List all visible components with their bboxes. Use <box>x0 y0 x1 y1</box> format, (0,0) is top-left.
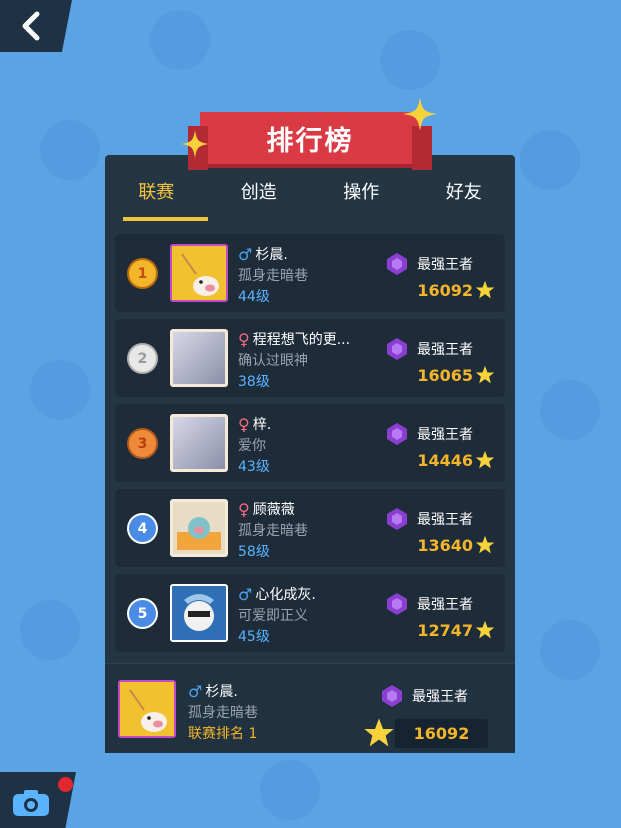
tier-label: 最强王者 <box>417 257 473 273</box>
player-level: 44级 <box>238 289 270 305</box>
avatar <box>170 584 228 642</box>
avatar <box>170 499 228 557</box>
ranking-row[interactable]: 2 ♀ 程程想飞的更... 确认过眼神 38级 最强王者 16065 <box>115 319 505 397</box>
ranking-row[interactable]: 1 ♂ 杉晨. 孤身走暗巷 44级 最强王者 16092 <box>115 234 505 312</box>
rank-badge: 1 <box>129 260 156 287</box>
camera-icon <box>13 790 49 816</box>
score: 13640 <box>417 536 473 555</box>
purple-gem-icon <box>382 685 402 707</box>
avatar <box>170 329 228 387</box>
male-icon: ♂ <box>238 584 253 604</box>
tab-label: 操作 <box>343 182 380 203</box>
my-avatar <box>118 680 176 738</box>
user-info: ♂ 杉晨. 孤身走暗巷 44级 <box>238 244 398 306</box>
user-info: ♀ 程程想飞的更... 确认过眼神 38级 <box>238 329 398 391</box>
tab-label: 好友 <box>445 182 482 203</box>
tier-label: 最强王者 <box>417 342 473 358</box>
player-motto: 孤身走暗巷 <box>238 268 308 284</box>
rank-badge: 2 <box>129 345 156 372</box>
ranking-row[interactable]: 4 ♀ 顾薇薇 孤身走暗巷 58级 最强王者 13640 <box>115 489 505 567</box>
my-league-rank: 联赛排名 1 <box>188 726 258 742</box>
sparkle-icon <box>403 97 437 131</box>
leaderboard-panel: 联赛 创造 操作 好友 1 ♂杉晨. 孤身走暗巷 44级 最强王者 16092 <box>105 155 515 753</box>
player-level: 38级 <box>238 374 270 390</box>
user-info: ♀ 梓. 爱你 43级 <box>238 414 398 476</box>
tier: 最强王者 <box>385 337 473 361</box>
score: 16092 <box>417 281 473 300</box>
tier-label: 最强王者 <box>417 427 473 443</box>
back-button[interactable] <box>0 0 72 52</box>
my-tier: 最强王者 <box>380 684 468 708</box>
tab-operation[interactable]: 操作 <box>310 155 413 221</box>
star-icon <box>363 717 395 753</box>
tier-label: 最强王者 <box>412 689 468 705</box>
tier: 最强王者 <box>385 507 473 531</box>
star-icon <box>475 535 495 559</box>
rank-badge: 5 <box>129 600 156 627</box>
ranking-row[interactable]: 3 ♀ 梓. 爱你 43级 最强王者 14446 <box>115 404 505 482</box>
tier: 最强王者 <box>385 252 473 276</box>
purple-gem-icon <box>387 253 407 275</box>
purple-gem-icon <box>387 508 407 530</box>
female-icon: ♀ <box>238 499 250 519</box>
user-info: ♀ 顾薇薇 孤身走暗巷 58级 <box>238 499 398 561</box>
tab-bar: 联赛 创造 操作 好友 <box>105 155 515 221</box>
player-motto: 确认过眼神 <box>238 353 308 369</box>
tier: 最强王者 <box>385 592 473 616</box>
player-motto: 可爱即正义 <box>238 608 308 624</box>
player-name: 杉晨. <box>255 247 288 263</box>
player-name: 程程想飞的更... <box>252 332 351 348</box>
player-name: 心化成灰. <box>255 587 316 603</box>
score: 12747 <box>417 621 473 640</box>
female-icon: ♀ <box>238 414 250 434</box>
star-icon <box>475 280 495 304</box>
my-score: 16092 <box>395 719 488 748</box>
score: 16065 <box>417 366 473 385</box>
player-level: 45级 <box>238 629 270 645</box>
star-icon <box>475 450 495 474</box>
avatar <box>170 244 228 302</box>
my-rank-bar: ♂ 杉晨. 孤身走暗巷 联赛排名 1 最强王者 16092 <box>105 663 515 753</box>
tab-create[interactable]: 创造 <box>208 155 311 221</box>
player-level: 58级 <box>238 544 270 560</box>
tier-label: 最强王者 <box>417 512 473 528</box>
player-name: 梓. <box>252 417 272 433</box>
notification-dot <box>58 777 73 792</box>
my-motto: 孤身走暗巷 <box>188 705 258 721</box>
ranking-row[interactable]: 5 ♂ 心化成灰. 可爱即正义 45级 最强王者 12747 <box>115 574 505 652</box>
player-name: 顾薇薇 <box>252 502 295 518</box>
rank-badge: 3 <box>129 430 156 457</box>
purple-gem-icon <box>387 593 407 615</box>
leaderboard-banner: 排行榜 <box>188 112 432 170</box>
page-title: 排行榜 <box>266 125 354 157</box>
tab-label: 创造 <box>240 182 277 203</box>
my-info: ♂ 杉晨. 孤身走暗巷 联赛排名 1 <box>188 681 258 743</box>
purple-gem-icon <box>387 338 407 360</box>
tier-label: 最强王者 <box>417 597 473 613</box>
male-icon: ♂ <box>238 244 253 264</box>
chevron-left-icon <box>22 11 40 41</box>
male-icon: ♂ <box>188 681 203 701</box>
avatar <box>170 414 228 472</box>
female-icon: ♀ <box>238 329 250 349</box>
purple-gem-icon <box>387 423 407 445</box>
player-motto: 爱你 <box>238 438 266 454</box>
score: 14446 <box>417 451 473 470</box>
tab-label: 联赛 <box>138 182 175 203</box>
sparkle-icon <box>181 130 209 158</box>
star-icon <box>475 620 495 644</box>
star-icon <box>475 365 495 389</box>
user-info: ♂ 心化成灰. 可爱即正义 45级 <box>238 584 398 646</box>
tier: 最强王者 <box>385 422 473 446</box>
my-name: 杉晨. <box>205 684 238 700</box>
player-motto: 孤身走暗巷 <box>238 523 308 539</box>
player-level: 43级 <box>238 459 270 475</box>
rank-badge: 4 <box>129 515 156 542</box>
